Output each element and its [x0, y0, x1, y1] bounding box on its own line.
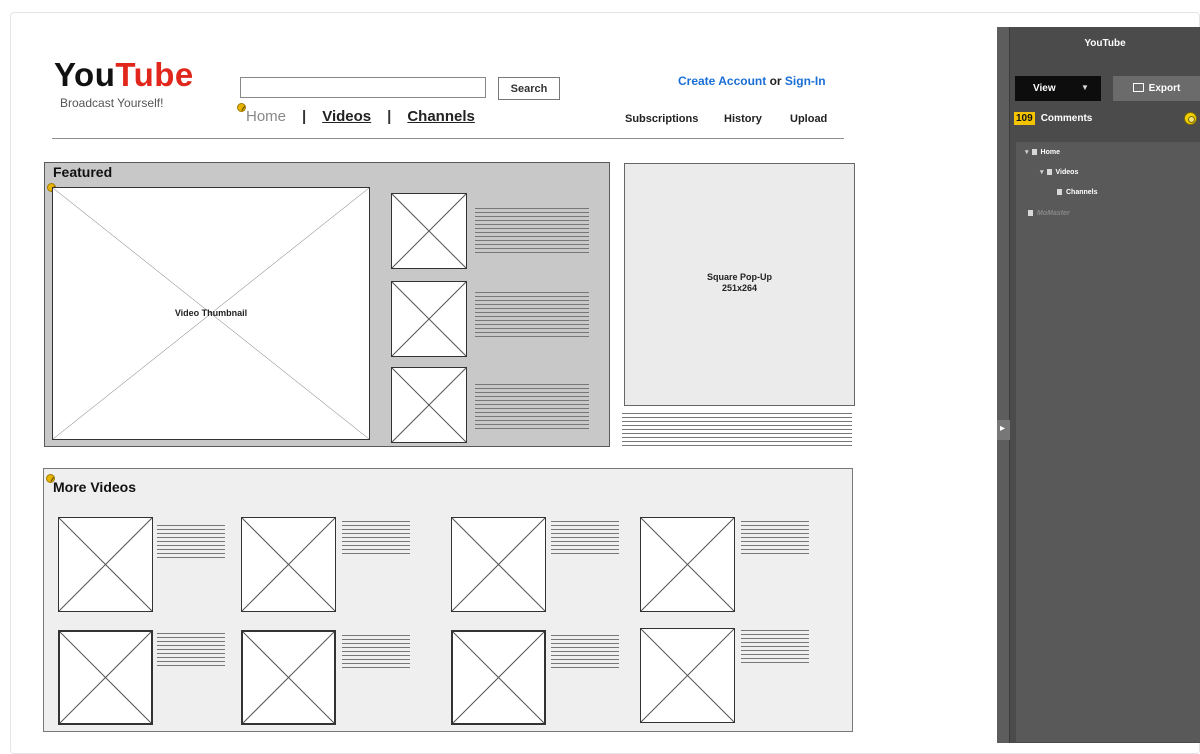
- export-label: Export: [1148, 83, 1181, 94]
- square-popup-ad[interactable]: Square Pop-Up 251x264: [624, 163, 855, 406]
- video-thumbnail[interactable]: [640, 517, 735, 612]
- thumbnail-label: Video Thumbnail: [174, 307, 248, 318]
- main-nav: Home | Videos | Channels: [246, 108, 475, 125]
- placeholder-cross-icon: [392, 368, 466, 442]
- annotation-marker-icon[interactable]: [237, 103, 246, 112]
- video-thumbnail[interactable]: [640, 628, 735, 723]
- featured-side-thumbnail[interactable]: [391, 193, 467, 269]
- popup-label-title: Square Pop-Up: [706, 272, 772, 282]
- logo-text-you: You: [54, 56, 116, 93]
- placeholder-cross-icon: [59, 518, 152, 611]
- page-icon: [1028, 210, 1033, 216]
- placeholder-cross-icon: [453, 632, 544, 723]
- featured-side-description: [475, 384, 589, 432]
- account-links: Create Account or Sign-In: [678, 74, 826, 88]
- tree-item-label: Home: [1040, 149, 1060, 156]
- chevron-down-icon: ▼: [1081, 83, 1089, 92]
- placeholder-cross-icon: [641, 629, 734, 722]
- tree-item-channels[interactable]: Channels: [1057, 189, 1098, 196]
- placeholder-cross-icon: [392, 282, 466, 356]
- tree-item-videos[interactable]: ▾ Videos: [1040, 168, 1078, 176]
- header-divider: [52, 138, 844, 139]
- tree-expand-icon[interactable]: ▾: [1025, 149, 1029, 156]
- subscriptions-link[interactable]: Subscriptions: [625, 113, 698, 125]
- comments-row[interactable]: 109 Comments: [1014, 112, 1092, 125]
- placeholder-cross-icon: [243, 632, 334, 723]
- history-link[interactable]: History: [724, 113, 762, 125]
- page-icon: [1057, 189, 1062, 195]
- placeholder-cross-icon: [392, 194, 466, 268]
- video-description: [551, 521, 619, 557]
- youtube-logo[interactable]: YouTube: [54, 58, 194, 91]
- video-thumbnail[interactable]: [58, 630, 153, 725]
- comments-toggle-icon[interactable]: [1184, 112, 1197, 125]
- sign-in-link[interactable]: Sign-In: [785, 74, 826, 88]
- placeholder-cross-icon: [60, 632, 151, 723]
- video-description: [157, 633, 225, 669]
- tree-item-label: Videos: [1055, 169, 1079, 176]
- placeholder-cross-icon: [242, 518, 335, 611]
- nav-separator: |: [302, 108, 307, 125]
- video-description: [342, 635, 410, 671]
- nav-videos[interactable]: Videos: [322, 108, 371, 125]
- featured-video-thumbnail[interactable]: Video Thumbnail: [52, 187, 370, 440]
- video-description: [741, 630, 809, 666]
- placeholder-cross-icon: [641, 518, 734, 611]
- featured-title: Featured: [53, 164, 113, 180]
- tree-item-master[interactable]: MoMaster: [1028, 210, 1070, 217]
- more-videos-title: More Videos: [53, 479, 136, 495]
- view-label: View: [1033, 83, 1056, 94]
- video-thumbnail[interactable]: [241, 630, 336, 725]
- tree-expand-icon[interactable]: ▾: [1040, 169, 1044, 176]
- video-description: [551, 635, 619, 671]
- video-thumbnail[interactable]: [451, 517, 546, 612]
- video-description: [157, 525, 225, 561]
- video-description: [342, 521, 410, 557]
- upload-link[interactable]: Upload: [790, 113, 827, 125]
- nav-separator: |: [387, 108, 392, 125]
- tree-item-home[interactable]: ▾ Home: [1025, 148, 1060, 156]
- placeholder-cross-icon: [452, 518, 545, 611]
- sitemap-tree: [1016, 142, 1200, 742]
- panel-collapse-handle[interactable]: [997, 420, 1010, 440]
- video-thumbnail[interactable]: [58, 517, 153, 612]
- side-panel-title: YouTube: [1084, 38, 1126, 49]
- popup-caption-lines: [622, 413, 852, 449]
- search-input[interactable]: [240, 77, 486, 98]
- export-button[interactable]: Export: [1113, 76, 1200, 101]
- account-or-text: or: [766, 74, 785, 88]
- comments-count-badge: 109: [1014, 112, 1035, 125]
- featured-side-thumbnail[interactable]: [391, 281, 467, 357]
- side-panel-gutter: [997, 27, 1010, 743]
- page-icon: [1046, 169, 1052, 175]
- video-thumbnail[interactable]: [451, 630, 546, 725]
- page-icon: [1031, 149, 1037, 155]
- featured-side-description: [475, 208, 589, 256]
- tagline: Broadcast Yourself!: [60, 96, 164, 110]
- featured-side-description: [475, 292, 589, 340]
- popup-label: Square Pop-Up 251x264: [625, 272, 854, 294]
- nav-home[interactable]: Home: [246, 108, 286, 125]
- popup-label-size: 251x264: [721, 283, 758, 293]
- export-icon: [1132, 83, 1144, 92]
- nav-channels[interactable]: Channels: [407, 108, 475, 125]
- comments-label: Comments: [1040, 113, 1093, 124]
- tree-item-label: MoMaster: [1037, 210, 1070, 217]
- view-dropdown-button[interactable]: View ▼: [1015, 76, 1101, 101]
- create-account-link[interactable]: Create Account: [678, 74, 766, 88]
- logo-text-tube: Tube: [115, 56, 194, 93]
- search-button[interactable]: Search: [498, 77, 560, 100]
- featured-side-thumbnail[interactable]: [391, 367, 467, 443]
- video-description: [741, 521, 809, 557]
- tree-item-label: Channels: [1066, 189, 1098, 196]
- video-thumbnail[interactable]: [241, 517, 336, 612]
